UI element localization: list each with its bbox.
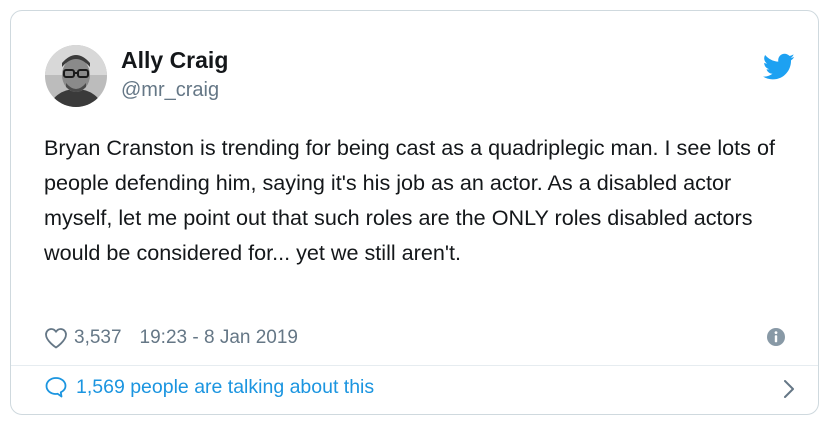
avatar[interactable] xyxy=(45,45,107,107)
tweet-text: Bryan Cranston is trending for being cas… xyxy=(44,135,775,265)
info-icon[interactable] xyxy=(766,327,786,347)
chevron-right-icon[interactable] xyxy=(782,379,796,399)
divider xyxy=(11,365,818,366)
avatar-photo-icon xyxy=(45,45,107,107)
author-name[interactable]: Ally Craig xyxy=(121,47,228,74)
like-button[interactable]: 3,537 xyxy=(44,327,122,349)
conversation-link[interactable]: 1,569 people are talking about this xyxy=(44,372,804,402)
tweet-timestamp[interactable]: 19:23 - 8 Jan 2019 xyxy=(140,327,298,349)
tweet-card[interactable]: Ally Craig @mr_craig Bryan Cranston is t… xyxy=(10,10,819,415)
speech-bubble-icon xyxy=(45,377,67,398)
talking-label[interactable]: 1,569 people are talking about this xyxy=(76,376,374,399)
like-count: 3,537 xyxy=(74,327,122,348)
author-handle[interactable]: @mr_craig xyxy=(121,79,219,102)
twitter-bird-icon[interactable] xyxy=(763,53,795,81)
heart-icon xyxy=(45,328,67,349)
tweet-meta: 3,537 19:23 - 8 Jan 2019 xyxy=(44,325,298,351)
